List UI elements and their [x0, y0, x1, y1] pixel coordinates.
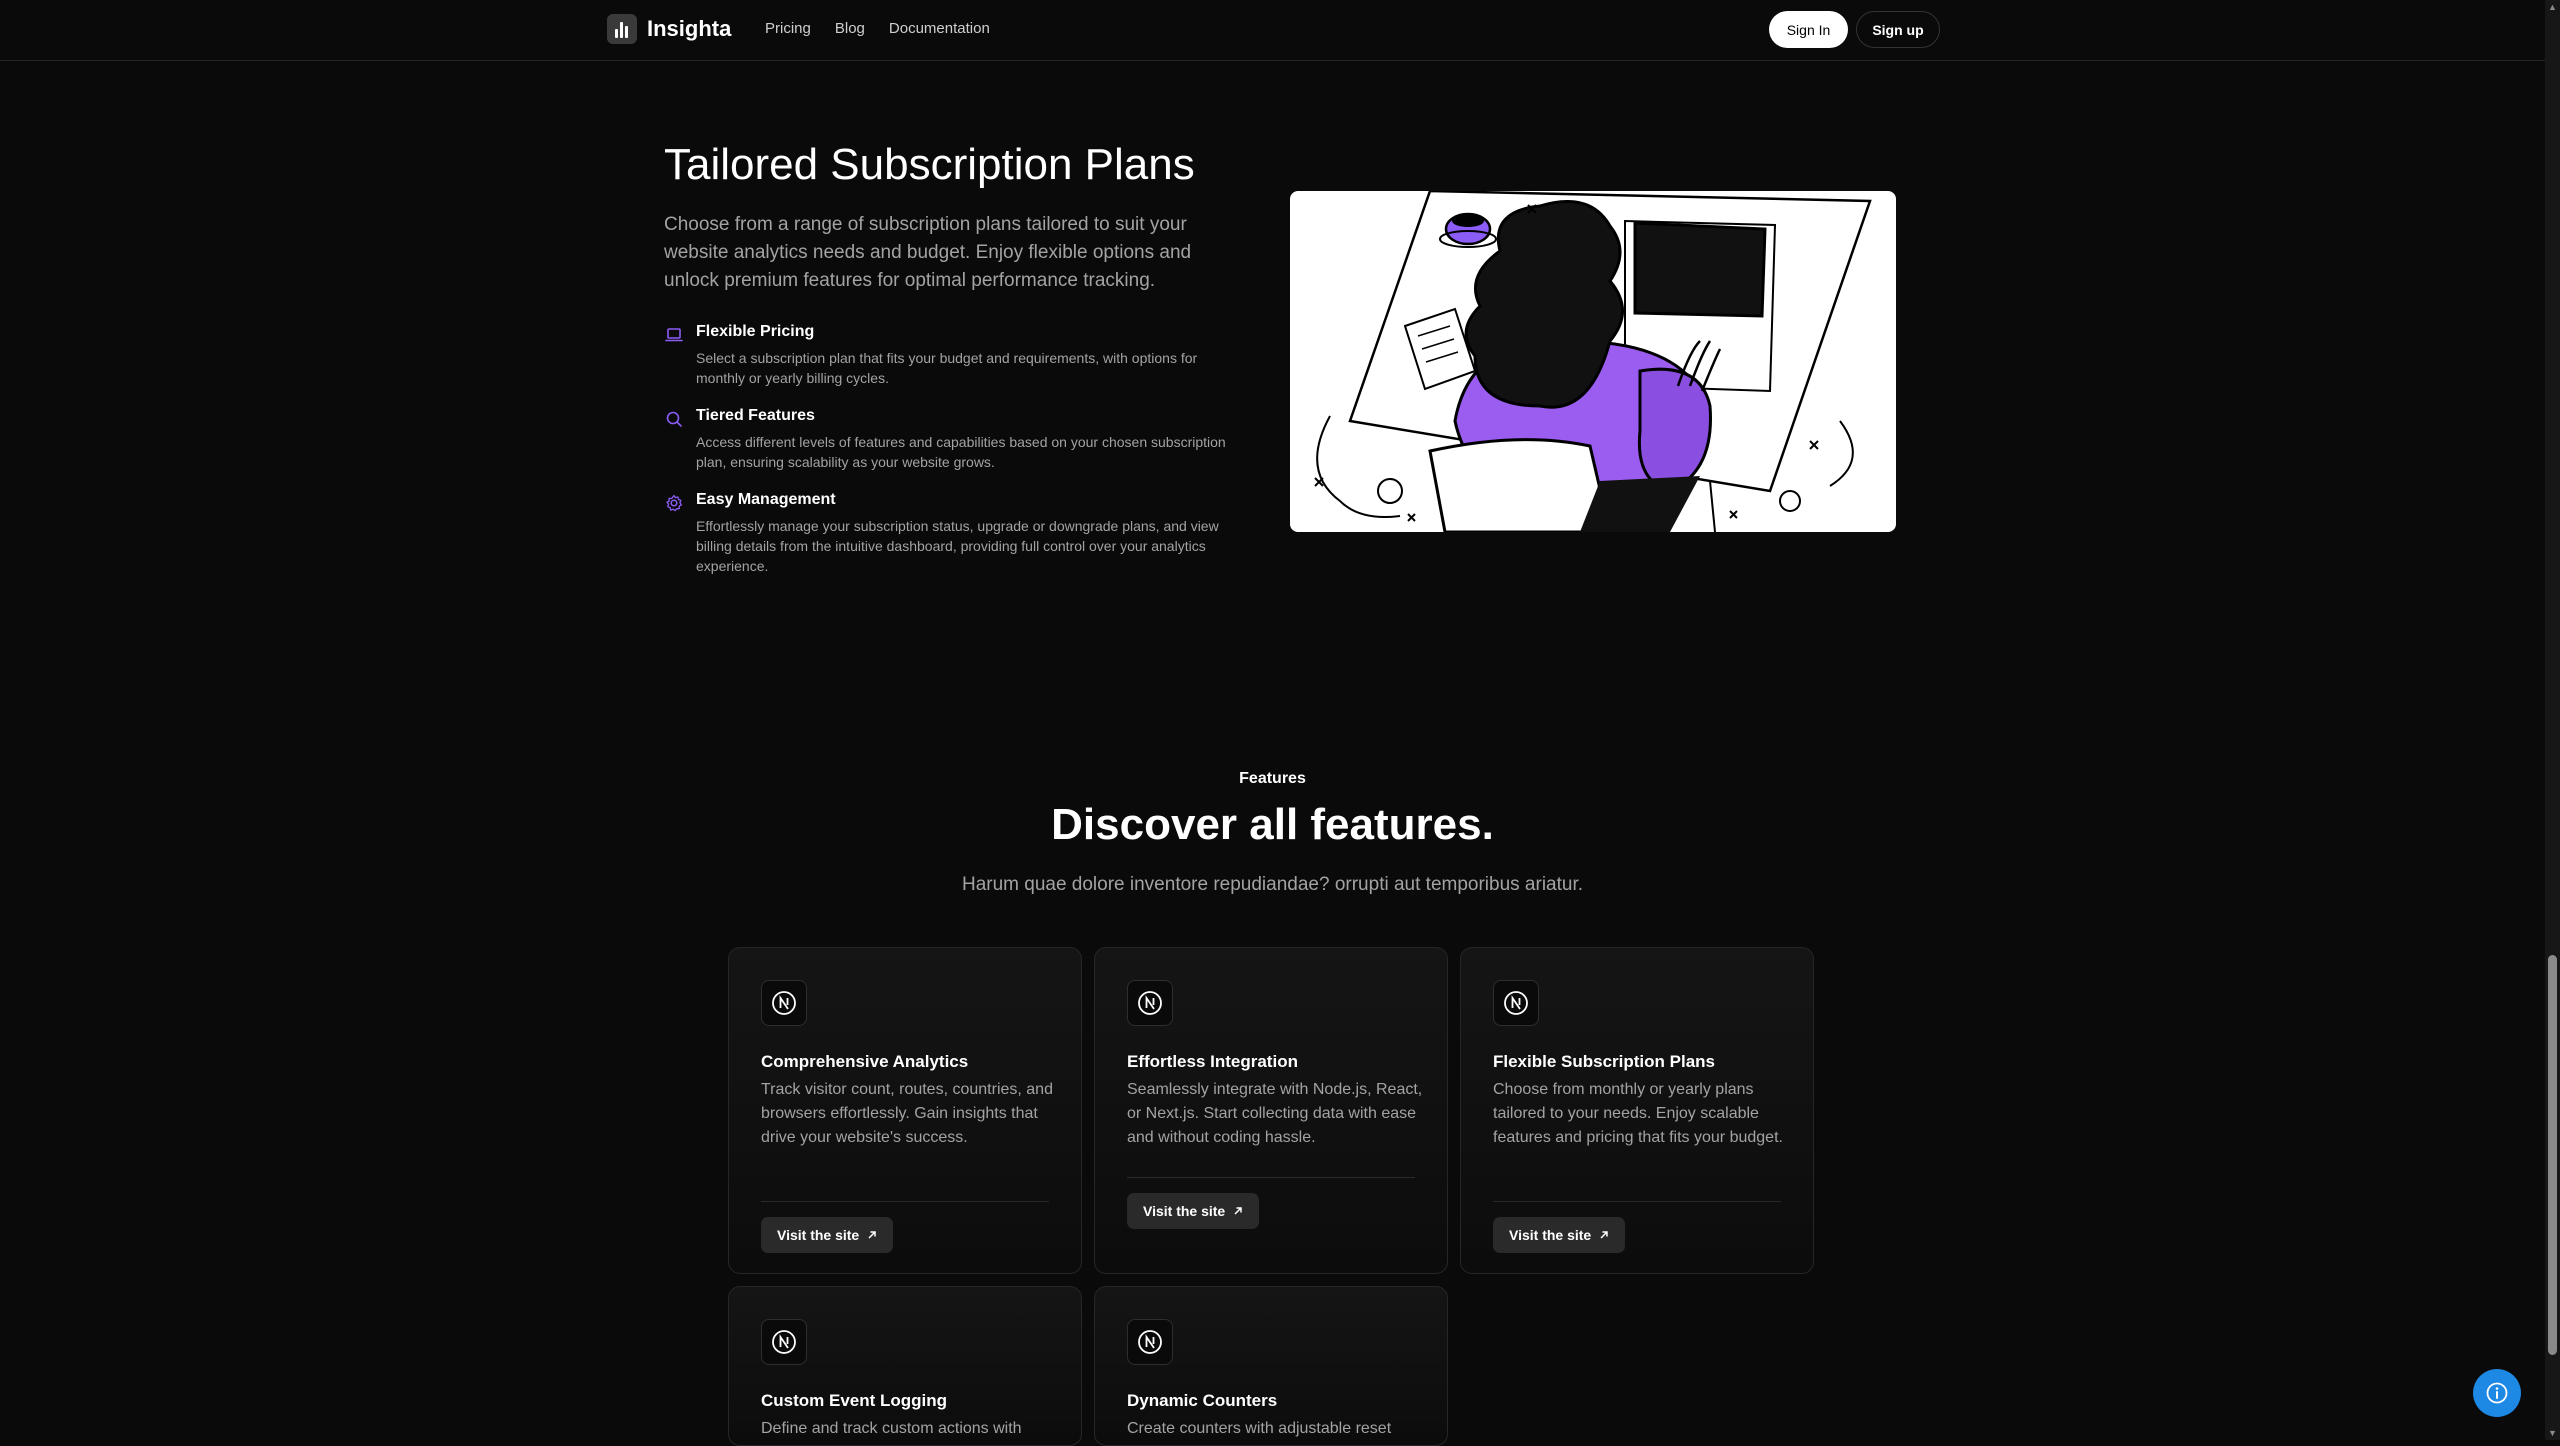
feature-description: Access different levels of features and …: [696, 434, 1226, 470]
card-title: Custom Event Logging: [761, 1391, 948, 1410]
card-title: Comprehensive Analytics: [761, 1052, 969, 1071]
feature-description: Effortlessly manage your subscription st…: [696, 518, 1219, 574]
brand-name: Insighta: [647, 16, 732, 41]
card-divider: [761, 1201, 1049, 1202]
visit-site-button[interactable]: Visit the site: [1127, 1193, 1260, 1229]
sign-up-button[interactable]: Sign up: [1856, 11, 1940, 48]
card-divider: [1127, 1177, 1415, 1178]
plans-title: Tailored Subscription Plans: [664, 140, 1195, 189]
feature-card-comprehensive-analytics: Comprehensive Analytics Track visitor co…: [728, 947, 1082, 1274]
card-description: Track visitor count, routes, countries, …: [761, 1081, 1053, 1146]
feature-card-effortless-integration: Effortless Integration Seamlessly integr…: [1094, 947, 1448, 1274]
card-title: Effortless Integration: [1127, 1052, 1298, 1071]
brand-logo[interactable]: Insighta: [607, 14, 731, 44]
arrow-up-right-icon: [868, 1231, 876, 1239]
features-eyebrow: Features: [1239, 770, 1306, 787]
feature-name: Flexible Pricing: [696, 323, 815, 340]
nextjs-icon: [1127, 980, 1173, 1026]
nextjs-icon: [761, 980, 807, 1026]
nav-link-blog[interactable]: Blog: [835, 20, 865, 37]
card-title: Dynamic Counters: [1127, 1391, 1278, 1410]
visit-site-button[interactable]: Visit the site: [761, 1217, 894, 1253]
feature-name: Tiered Features: [696, 407, 815, 424]
card-description: Choose from monthly or yearly plans tail…: [1493, 1081, 1783, 1146]
feature-card-custom-event-logging: Custom Event Logging Define and track cu…: [728, 1286, 1082, 1446]
feature-description: Select a subscription plan that fits you…: [696, 350, 1198, 386]
button-label: Visit the site: [1509, 1227, 1592, 1243]
button-label: Visit the site: [1143, 1203, 1226, 1219]
workspace-illustration: [1290, 191, 1896, 532]
bar-chart-icon: [607, 14, 637, 44]
feature-card-dynamic-counters: Dynamic Counters Create counters with ad…: [1094, 1286, 1448, 1446]
nav-link-pricing[interactable]: Pricing: [765, 20, 811, 37]
card-description: Create counters with adjustable reset: [1127, 1420, 1392, 1437]
info-button[interactable]: [2473, 1369, 2521, 1417]
scroll-down-arrow[interactable]: ▼: [2547, 1428, 2558, 1438]
sign-in-button[interactable]: Sign In: [1769, 11, 1848, 48]
info-icon: [2486, 1382, 2508, 1404]
card-description: Seamlessly integrate with Node.js, React…: [1127, 1081, 1423, 1146]
card-title: Flexible Subscription Plans: [1493, 1052, 1715, 1071]
search-icon: [666, 411, 682, 427]
top-navbar: Insighta Pricing Blog Documentation Sign…: [0, 0, 2545, 61]
nextjs-icon: [761, 1319, 807, 1365]
nextjs-icon: [1493, 980, 1539, 1026]
feature-name: Easy Management: [696, 491, 836, 508]
button-label: Visit the site: [777, 1227, 860, 1243]
card-divider: [1493, 1201, 1781, 1202]
card-description: Define and track custom actions with: [761, 1420, 1022, 1437]
nav-link-documentation[interactable]: Documentation: [889, 20, 990, 37]
features-subtitle: Harum quae dolore inventore repudiandae?…: [961, 874, 1584, 895]
arrow-up-right-icon: [1234, 1207, 1242, 1215]
features-title: Discover all features.: [1051, 800, 1494, 849]
feature-card-flexible-subscription-plans: Flexible Subscription Plans Choose from …: [1460, 947, 1814, 1274]
plans-description: Choose from a range of subscription plan…: [664, 214, 1192, 291]
nav-links: Pricing Blog Documentation: [765, 20, 990, 37]
nextjs-icon: [1127, 1319, 1173, 1365]
scrollbar-thumb[interactable]: [2548, 955, 2557, 1355]
visit-site-button[interactable]: Visit the site: [1493, 1217, 1626, 1253]
arrow-up-right-icon: [1600, 1231, 1608, 1239]
laptop-icon: [665, 328, 683, 342]
gear-icon: [666, 494, 683, 512]
scroll-up-arrow[interactable]: ▲: [2547, 2, 2558, 12]
